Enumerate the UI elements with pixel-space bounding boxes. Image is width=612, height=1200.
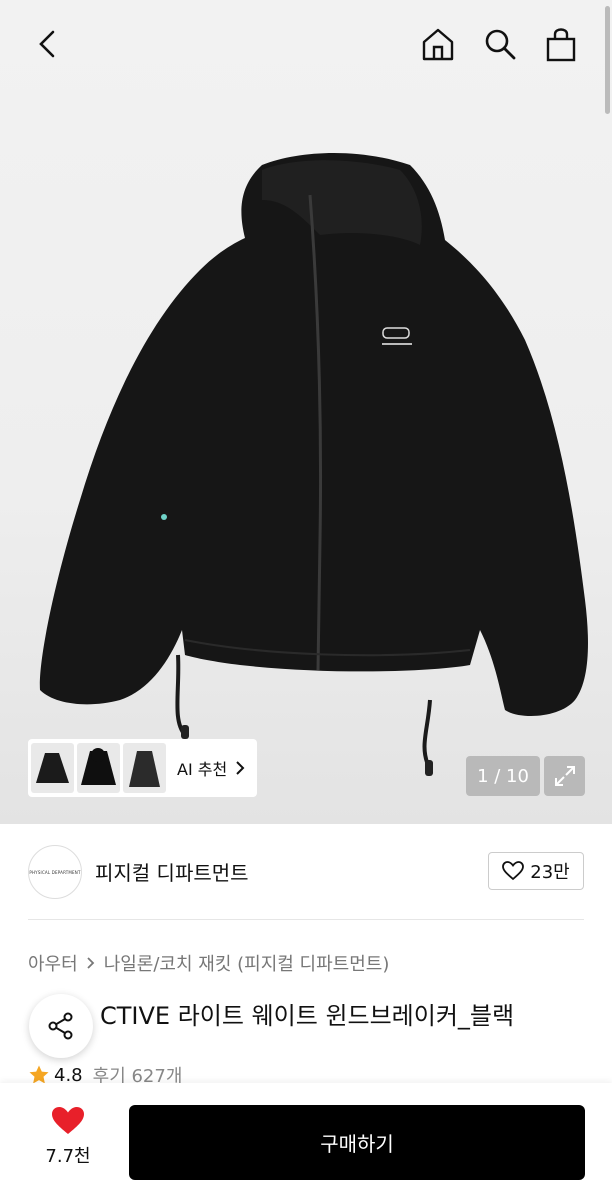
- share-icon: [48, 1012, 73, 1040]
- wishlist-count: 7.7천: [45, 1146, 91, 1167]
- thumb-jacket-3: [129, 751, 160, 787]
- breadcrumb-category[interactable]: 아우터: [28, 950, 78, 976]
- home-icon: [422, 28, 454, 61]
- divider: [28, 919, 584, 920]
- brand-like-count: 23만: [530, 862, 570, 883]
- home-button[interactable]: [416, 22, 460, 66]
- chevron-right-icon: [236, 761, 245, 775]
- shopping-bag-icon: [546, 28, 576, 62]
- breadcrumb-subcategory[interactable]: 나일론/코치 재킷 (피지컬 디파트먼트): [104, 950, 390, 976]
- chevron-left-icon: [39, 30, 55, 58]
- expand-icon: [554, 766, 575, 786]
- heart-filled-icon: [52, 1107, 84, 1134]
- ai-recommend-label: AI 추천: [177, 760, 228, 779]
- ai-thumb[interactable]: [77, 743, 120, 793]
- expand-button[interactable]: [544, 756, 585, 796]
- chevron-right-icon: [87, 957, 94, 969]
- brand-logo-text: PHYSICAL DEPARTMENT: [29, 869, 81, 875]
- share-button[interactable]: [29, 994, 93, 1058]
- heart-outline-icon: [502, 861, 525, 881]
- search-button[interactable]: [478, 22, 522, 66]
- buy-button[interactable]: 구매하기: [129, 1105, 585, 1180]
- ai-thumb[interactable]: [31, 743, 74, 793]
- ai-thumb[interactable]: [123, 743, 166, 793]
- brand-like-button[interactable]: 23만: [488, 852, 584, 890]
- cart-button[interactable]: [539, 22, 583, 66]
- product-image-jacket: [39, 152, 588, 776]
- ai-recommend-strip[interactable]: AI 추천: [28, 739, 257, 797]
- scrollbar[interactable]: [605, 6, 610, 114]
- product-title: CTIVE 라이트 웨이트 윈드브레이커_블랙: [100, 1002, 515, 1030]
- search-icon: [485, 29, 516, 60]
- wishlist-button[interactable]: 7.7천: [30, 1106, 106, 1176]
- thumb-jacket-1: [36, 753, 69, 783]
- image-counter: 1 / 10: [466, 756, 540, 796]
- brand-name[interactable]: 피지컬 디파트먼트: [95, 857, 249, 886]
- back-button[interactable]: [26, 22, 70, 66]
- breadcrumb: 아우터 나일론/코치 재킷 (피지컬 디파트먼트): [28, 950, 389, 976]
- brand-logo[interactable]: PHYSICAL DEPARTMENT: [28, 845, 82, 899]
- thumb-jacket-2: [81, 748, 116, 785]
- product-image-gallery[interactable]: [0, 0, 612, 824]
